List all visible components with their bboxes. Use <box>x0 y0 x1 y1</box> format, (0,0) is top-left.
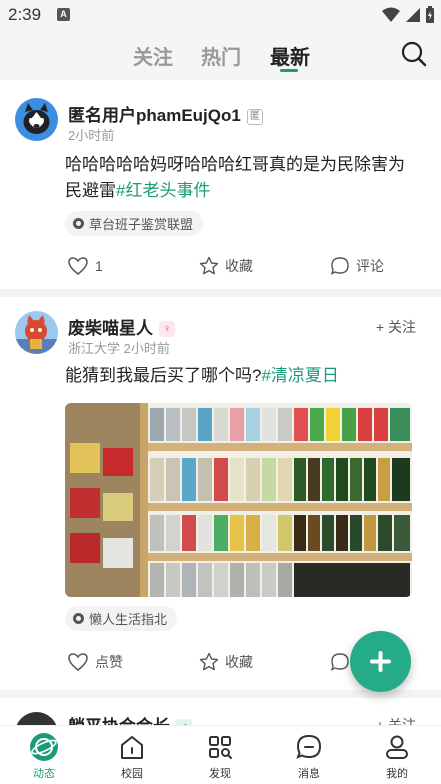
comment-icon <box>330 257 349 275</box>
post-time: 2小时前 <box>123 341 170 356</box>
circle-name: 草台班子鉴赏联盟 <box>89 217 194 232</box>
post-body: 能猜到我最后买了哪个吗? <box>65 366 262 385</box>
post-text[interactable]: 能猜到我最后买了哪个吗?#清凉夏日 <box>65 363 421 389</box>
home-icon <box>121 736 143 759</box>
nav-profile[interactable]: 我的 <box>367 732 427 781</box>
status-time: 2:39 <box>8 5 42 24</box>
chat-bubble-icon <box>296 734 322 759</box>
nav-label: 校园 <box>121 768 143 780</box>
comment-label: 评论 <box>356 258 384 274</box>
circle-icon <box>73 613 84 624</box>
cat-avatar-icon <box>15 315 58 354</box>
plus-icon <box>370 651 391 672</box>
create-post-button[interactable] <box>350 631 411 692</box>
author-name[interactable]: 躺平协会会长♂ <box>68 712 192 725</box>
author-name[interactable]: 匿名用户phamEujQo1 匿 <box>68 101 263 126</box>
star-icon <box>199 652 219 671</box>
tab-hot[interactable]: 热门 <box>201 41 241 70</box>
nav-label: 动态 <box>33 768 55 780</box>
discover-grid-icon <box>209 736 232 759</box>
bottom-cans <box>150 563 410 597</box>
bottom-nav: 动态 校园 发现 消息 我的 <box>0 725 441 784</box>
collect-label: 收藏 <box>225 654 253 670</box>
hashtag-link[interactable]: #清凉夏日 <box>261 366 338 385</box>
author-name[interactable]: 废柴喵星人 ♀ <box>68 314 175 339</box>
heart-icon <box>68 653 88 671</box>
post-feed[interactable]: 匿名用户phamEujQo1 匿 2小时前 哈哈哈哈哈妈呀哈哈哈红哥真的是为民除害… <box>0 80 441 725</box>
post-time: 2小时前 <box>68 128 115 143</box>
avatar[interactable] <box>15 98 58 141</box>
collect-button[interactable]: 收藏 <box>199 256 253 276</box>
like-count: 1 <box>95 258 103 274</box>
nav-dynamics[interactable]: 动态 <box>14 732 74 781</box>
post-card[interactable]: 躺平协会会长♂ + 关注 <box>0 698 441 725</box>
anonymous-badge: 匿 <box>246 109 263 125</box>
signal-icon <box>406 8 420 22</box>
author-name-text: 废柴喵星人 <box>68 319 153 338</box>
tab-latest[interactable]: 最新 <box>270 41 310 70</box>
female-gender-icon: ♀ <box>159 321 175 337</box>
comment-icon[interactable] <box>330 652 350 672</box>
nav-label: 消息 <box>298 768 320 780</box>
avatar[interactable] <box>15 712 58 725</box>
active-tab-indicator <box>280 69 298 72</box>
notification-icon: A <box>57 8 70 21</box>
profile-icon <box>386 735 408 759</box>
avatar[interactable] <box>15 311 58 354</box>
lower-cans <box>150 515 410 551</box>
author-name-text: 匿名用户phamEujQo1 <box>68 106 241 125</box>
tab-following[interactable]: 关注 <box>133 41 173 70</box>
heart-icon <box>68 257 88 275</box>
circle-icon <box>73 218 84 229</box>
top-cans <box>150 408 410 441</box>
circle-chip[interactable]: 草台班子鉴赏联盟 <box>65 211 204 236</box>
search-icon[interactable] <box>399 39 429 69</box>
follow-button[interactable]: + 关注 <box>376 317 416 337</box>
comment-button[interactable]: 评论 <box>330 256 384 276</box>
like-button[interactable]: 1 <box>67 256 103 276</box>
husky-avatar-icon <box>23 103 50 134</box>
author-name-text: 躺平协会会长 <box>68 717 170 725</box>
nav-messages[interactable]: 消息 <box>279 732 339 781</box>
middle-cans <box>150 458 410 501</box>
status-icons <box>382 6 435 24</box>
follow-button[interactable]: + 关注 <box>376 715 416 725</box>
circle-chip[interactable]: 懒人生活指北 <box>65 606 178 631</box>
nav-label: 我的 <box>386 768 408 780</box>
store-shelf-photo <box>65 403 412 597</box>
like-button[interactable]: 点赞 <box>67 652 123 672</box>
school-name: 浙江大学 <box>68 341 121 356</box>
post-divider <box>0 289 441 297</box>
planet-icon <box>30 733 58 761</box>
collect-button[interactable]: 收藏 <box>199 652 253 672</box>
post-text[interactable]: 哈哈哈哈哈妈呀哈哈哈红哥真的是为民除害为民避雷#红老头事件 <box>65 152 421 204</box>
circle-name: 懒人生活指北 <box>89 612 168 627</box>
post-image[interactable] <box>65 403 412 597</box>
like-label: 点赞 <box>95 654 123 670</box>
nav-label: 发现 <box>209 768 231 780</box>
nav-campus[interactable]: 校园 <box>102 732 162 781</box>
hashtag-link[interactable]: #红老头事件 <box>116 181 210 200</box>
nav-discover[interactable]: 发现 <box>190 732 250 781</box>
status-bar: 2:39 A <box>0 0 441 30</box>
post-card[interactable]: 匿名用户phamEujQo1 匿 2小时前 哈哈哈哈哈妈呀哈哈哈红哥真的是为民除害… <box>0 80 441 289</box>
wifi-icon <box>382 7 400 22</box>
star-icon <box>199 256 219 275</box>
post-meta: 浙江大学 2小时前 <box>68 338 170 357</box>
battery-icon <box>426 6 434 23</box>
collect-label: 收藏 <box>225 258 253 274</box>
feed-tabs: 关注 热门 最新 <box>0 30 441 80</box>
